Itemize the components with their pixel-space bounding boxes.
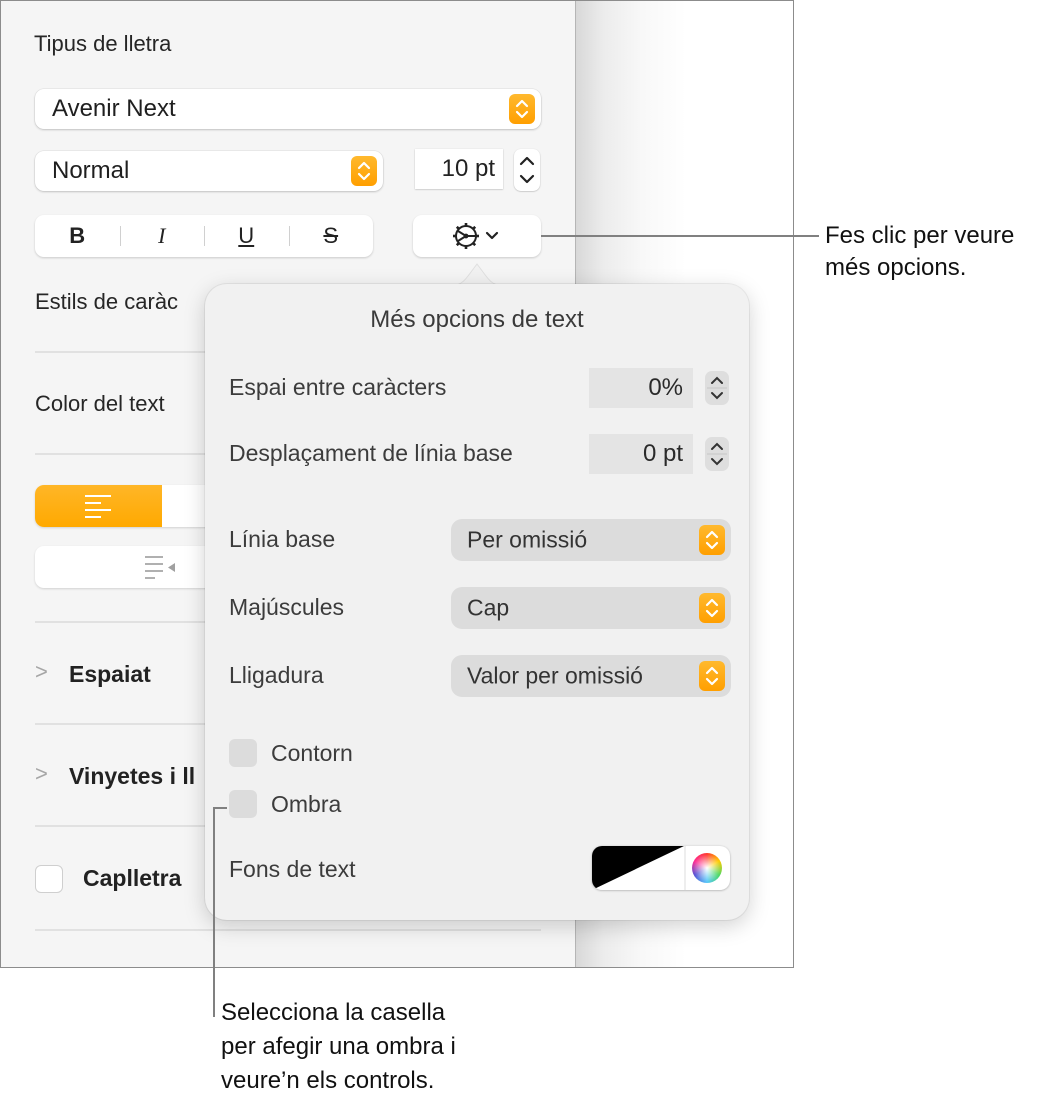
capitalization-value: Cap [467, 594, 510, 621]
bold-button[interactable]: B [35, 215, 120, 257]
character-spacing-field[interactable]: 0% [589, 368, 693, 408]
popup-stepper-icon [351, 156, 377, 186]
callout-more-options: Fes clic per veure més opcions. [825, 220, 1014, 284]
callout-line-shadow-vertical [213, 807, 215, 1017]
gear-icon [453, 223, 499, 249]
outdent-icon [145, 556, 175, 579]
baseline-popup[interactable]: Per omissió [451, 519, 731, 561]
dropcap-checkbox[interactable] [35, 865, 63, 893]
spacing-disclosure-chevron-icon[interactable]: > [35, 659, 48, 685]
callout-more-options-line2: més opcions. [825, 254, 967, 281]
callout-shadow-line2: per afegir una ombra i [221, 1033, 456, 1060]
font-section-title: Tipus de lletra [34, 31, 172, 56]
text-color-label: Color del text [35, 391, 165, 416]
font-size-field[interactable]: 10 pt [415, 149, 503, 189]
outline-label: Contorn [271, 740, 353, 766]
font-style-value: Normal [52, 157, 130, 184]
shadow-checkbox[interactable] [229, 790, 257, 818]
shadow-label: Ombra [271, 791, 342, 817]
ligatures-label: Lligadura [229, 662, 324, 688]
divider [35, 929, 541, 931]
bullets-section-label[interactable]: Vinyetes i ll [69, 763, 195, 790]
popup-stepper-icon [699, 661, 725, 691]
align-left-button[interactable] [35, 485, 162, 527]
character-styles-label: Estils de caràc [35, 289, 179, 314]
capitalization-popup[interactable]: Cap [451, 587, 731, 629]
callout-line-shadow-horizontal [213, 807, 227, 809]
capitalization-label: Majúscules [229, 594, 345, 620]
font-size-stepper[interactable] [514, 149, 540, 191]
callout-shadow-line3: veure’n els controls. [221, 1067, 435, 1094]
callout-shadow: Selecciona la casella per afegir una omb… [221, 996, 456, 1098]
advanced-options-button[interactable] [413, 215, 541, 257]
text-background-label: Fons de text [229, 856, 356, 882]
baseline-shift-field[interactable]: 0 pt [589, 434, 693, 474]
baseline-label: Línia base [229, 526, 336, 552]
baseline-value: Per omissió [467, 526, 588, 553]
character-spacing-label: Espai entre caràcters [229, 374, 447, 400]
chevron-down-icon [485, 231, 499, 240]
popup-stepper-icon [699, 593, 725, 623]
popover-arrow [446, 263, 508, 286]
popover-title: Més opcions de text [370, 306, 584, 333]
font-family-popup[interactable]: Avenir Next [35, 89, 541, 129]
bullets-disclosure-chevron-icon[interactable]: > [35, 761, 48, 787]
underline-button[interactable]: U [204, 215, 289, 257]
character-spacing-stepper[interactable] [705, 371, 729, 405]
ligatures-popup[interactable]: Valor per omissió [451, 655, 731, 697]
popup-stepper-icon [699, 525, 725, 555]
font-family-value: Avenir Next [52, 95, 176, 122]
strikethrough-button[interactable]: S [288, 215, 374, 257]
outline-checkbox[interactable] [229, 739, 257, 767]
baseline-shift-label: Desplaçament de línia base [229, 440, 513, 466]
color-wheel-icon[interactable] [692, 853, 722, 883]
callout-more-options-line1: Fes clic per veure [825, 222, 1015, 249]
dropcap-label: Caplletra [83, 865, 182, 891]
text-background-color-well[interactable] [592, 846, 730, 890]
more-text-options-popover: Més opcions de text Espai entre caràcter… [205, 284, 749, 920]
font-style-popup[interactable]: Normal [35, 151, 383, 191]
spacing-section-label[interactable]: Espaiat [69, 661, 151, 688]
text-style-segmented-control: B I U S [35, 215, 373, 257]
baseline-shift-stepper[interactable] [705, 437, 729, 471]
callout-line-more-options [541, 235, 819, 237]
italic-button[interactable]: I [119, 215, 205, 257]
popup-stepper-icon [509, 94, 535, 124]
ligatures-value: Valor per omissió [467, 662, 643, 689]
no-fill-swatch [592, 846, 684, 890]
callout-shadow-line1: Selecciona la casella [221, 999, 446, 1026]
align-left-icon [85, 495, 111, 518]
